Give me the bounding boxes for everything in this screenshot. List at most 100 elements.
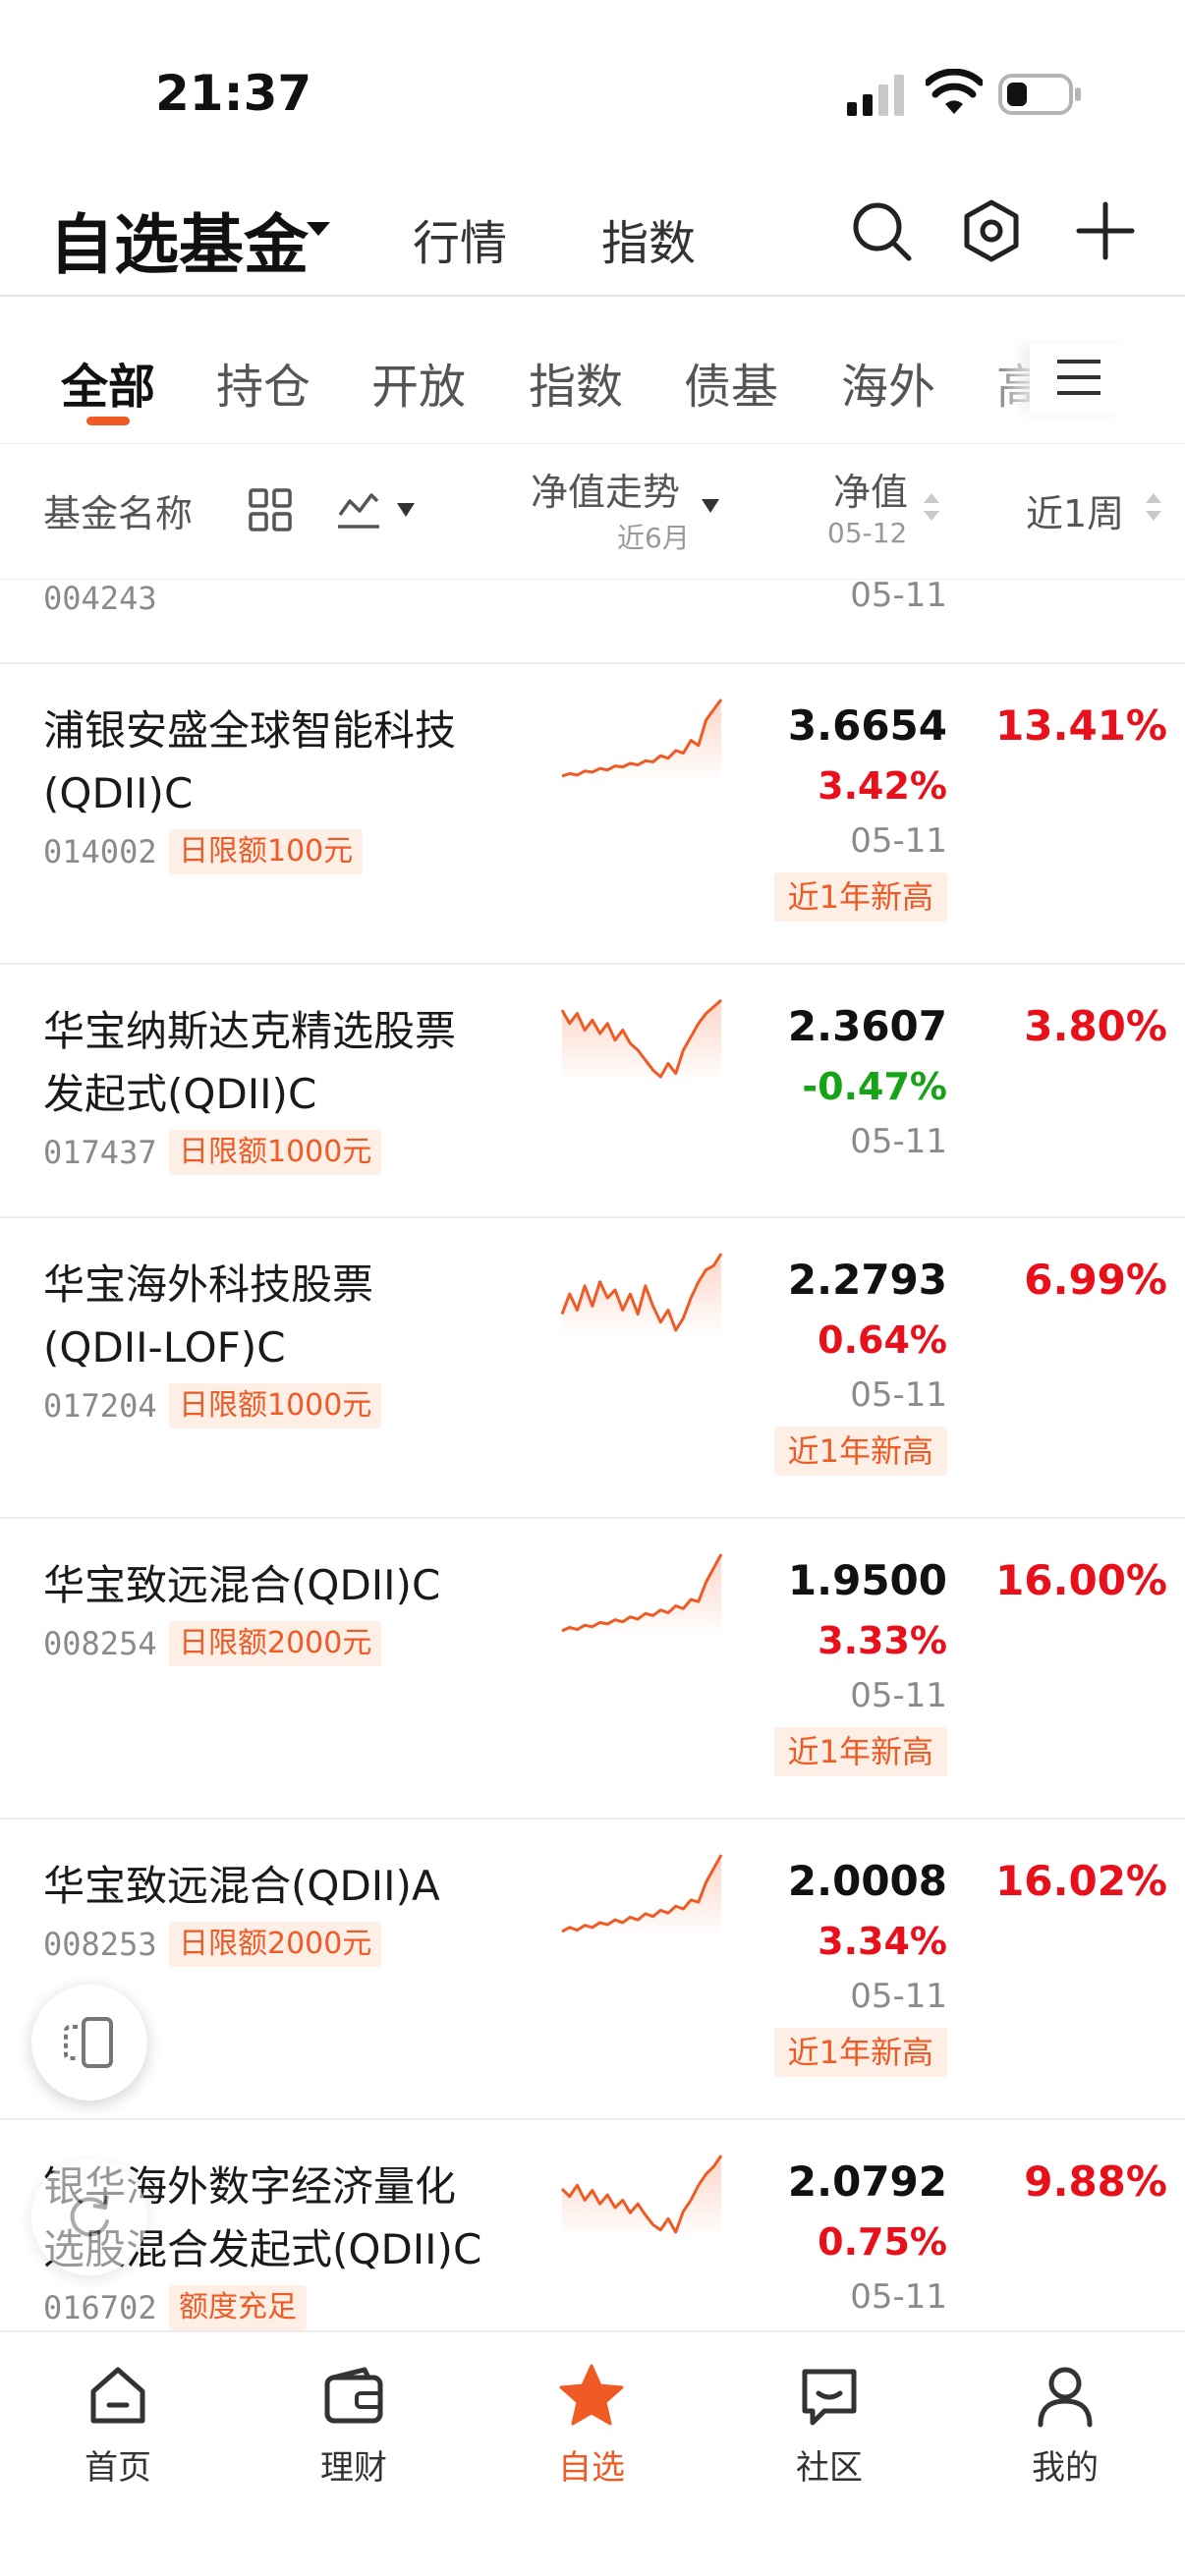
category-tab-bond[interactable]: 债基 [684, 348, 778, 417]
column-nav-date: 05-12 [827, 517, 908, 549]
fund-row[interactable]: 浦银安盛全球智能科技 (QDII)C 014002 日限额100元 3.6654… [0, 664, 1185, 965]
category-tabs: 全部 持仓 开放 指数 债基 海外 高 [0, 297, 1185, 444]
sparkline-area [562, 700, 721, 782]
layout-toggle-icon [64, 2017, 113, 2068]
fund-name: 浦银安盛全球智能科技 (QDII)C [43, 706, 457, 817]
fund-row[interactable]: 华宝纳斯达克精选股票 发起式(QDII)C 017437 日限额1000元 2.… [0, 965, 1185, 1218]
refresh-icon [70, 2195, 109, 2237]
status-time: 21:37 [155, 65, 312, 122]
fund-row-partial[interactable]: 004243 05-11 [0, 580, 1185, 664]
wallet-icon [324, 2367, 383, 2424]
column-nav[interactable]: 净值 [833, 462, 908, 516]
add-icon[interactable] [1071, 196, 1140, 265]
column-trend[interactable]: 净值走势 [531, 462, 680, 516]
home-icon [90, 2367, 145, 2424]
purchase-limit-badge: 日限额1000元 [169, 1383, 382, 1428]
fund-code: 017204 [43, 1387, 157, 1425]
nav-change: 0.75% [818, 2220, 947, 2264]
user-icon [1038, 2367, 1093, 2428]
week-change: 13.41% [995, 701, 1167, 750]
nav-value: 2.0008 [787, 1857, 947, 1905]
nav-date: 05-11 [850, 1977, 947, 2016]
nav-date: 05-11 [850, 580, 947, 615]
week-change: 6.99% [1024, 1256, 1167, 1304]
fund-list: 004243 05-11 浦银安盛全球智能科技 (QDII)C 014002 日… [0, 580, 1185, 2330]
column-header: 基金名称 净值走势 近6月 净值 05-12 近1周 [0, 444, 1185, 580]
category-tab-all[interactable]: 全部 [61, 348, 155, 417]
trend-sparkline [561, 1553, 723, 1637]
nav-value: 2.3607 [787, 1002, 947, 1050]
nav-change: 0.64% [818, 1318, 947, 1362]
active-tab-indicator [86, 417, 130, 425]
nav-community[interactable]: 社区 [751, 2350, 908, 2507]
fund-row[interactable]: 银华海外数字经济量化 选股混合发起式(QDII)C 016702 额度充足 2.… [0, 2120, 1185, 2330]
search-icon[interactable] [847, 196, 916, 265]
nav-change: 3.34% [818, 1920, 947, 1963]
page-title[interactable]: 自选基金 [49, 193, 309, 287]
category-tab-holdings[interactable]: 持仓 [216, 348, 310, 417]
trend-sparkline [560, 1253, 723, 1336]
floating-layout-button[interactable] [31, 1985, 147, 2100]
category-tab-overseas[interactable]: 海外 [841, 348, 935, 417]
settings-icon[interactable] [957, 196, 1026, 265]
fund-code: 016702 [43, 2289, 157, 2326]
floating-refresh-button[interactable] [31, 2159, 147, 2275]
nav-date: 05-11 [850, 1122, 947, 1161]
chart-dropdown-icon[interactable] [397, 503, 415, 517]
nav-sort-icon[interactable] [924, 493, 939, 521]
battery-icon [998, 74, 1081, 115]
nav-change: 3.42% [818, 764, 947, 808]
nav-date: 05-11 [850, 1676, 947, 1715]
week-change: 9.88% [1024, 2157, 1167, 2206]
nav-wealth[interactable]: 理财 [275, 2350, 432, 2507]
nav-date: 05-11 [850, 821, 947, 861]
week-change: 16.00% [995, 1556, 1167, 1604]
nav-change: 3.33% [818, 1619, 947, 1662]
star-icon [559, 2364, 624, 2426]
fund-code: 017437 [43, 1134, 157, 1171]
fund-code: 008254 [43, 1625, 157, 1662]
fund-name: 华宝海外科技股票 (QDII-LOF)C [43, 1260, 374, 1372]
chart-view-icon[interactable] [336, 487, 381, 532]
fund-row[interactable]: 华宝致远混合(QDII)C 008254 日限额2000元 1.9500 3.3… [0, 1519, 1185, 1820]
trend-dropdown-icon[interactable] [702, 499, 719, 513]
fund-row[interactable]: 华宝致远混合(QDII)A 008253 日限额2000元 2.0008 3.3… [0, 1820, 1185, 2120]
week-change: 16.02% [995, 1857, 1167, 1905]
status-bar: 21:37 [0, 0, 1185, 177]
fund-row[interactable]: 华宝海外科技股票 (QDII-LOF)C 017204 日限额1000元 2.2… [0, 1218, 1185, 1519]
nav-mine[interactable]: 我的 [987, 2350, 1144, 2507]
nav-value: 1.9500 [787, 1556, 947, 1604]
column-week[interactable]: 近1周 [1026, 483, 1124, 537]
menu-icon [1057, 360, 1100, 395]
column-trend-period: 近6月 [617, 522, 690, 554]
purchase-limit-badge: 日限额100元 [169, 829, 364, 874]
purchase-limit-badge: 日限额2000元 [169, 1621, 382, 1666]
nav-value: 2.0792 [787, 2157, 947, 2206]
sparkline-area [562, 1000, 721, 1083]
new-high-badge: 近1年新高 [773, 872, 947, 922]
nav-watchlist[interactable]: 自选 [513, 2350, 670, 2507]
category-menu-button[interactable] [1030, 344, 1128, 413]
week-sort-icon[interactable] [1146, 493, 1161, 521]
title-dropdown-icon[interactable] [307, 222, 330, 236]
cellular-signal-icon [847, 75, 904, 116]
week-change: 3.80% [1024, 1002, 1167, 1050]
fund-code: 004243 [43, 580, 157, 617]
new-high-badge: 近1年新高 [773, 1727, 947, 1776]
tab-market[interactable]: 行情 [413, 204, 507, 273]
fund-name: 华宝致远混合(QDII)C [43, 1561, 441, 1609]
nav-date: 05-11 [850, 1375, 947, 1415]
trend-sparkline [561, 1854, 723, 1937]
grid-view-icon[interactable] [248, 487, 293, 532]
purchase-limit-badge: 日限额1000元 [169, 1130, 382, 1175]
nav-value: 3.6654 [787, 701, 947, 750]
nav-date: 05-11 [850, 2277, 947, 2317]
nav-value: 2.2793 [787, 1256, 947, 1304]
trend-sparkline [560, 2155, 723, 2238]
category-tab-open[interactable]: 开放 [371, 348, 466, 417]
category-tab-index[interactable]: 指数 [529, 348, 623, 417]
nav-home[interactable]: 首页 [39, 2350, 197, 2507]
tab-index[interactable]: 指数 [601, 204, 696, 273]
fund-code: 008253 [43, 1926, 157, 1963]
trend-sparkline [561, 699, 723, 782]
